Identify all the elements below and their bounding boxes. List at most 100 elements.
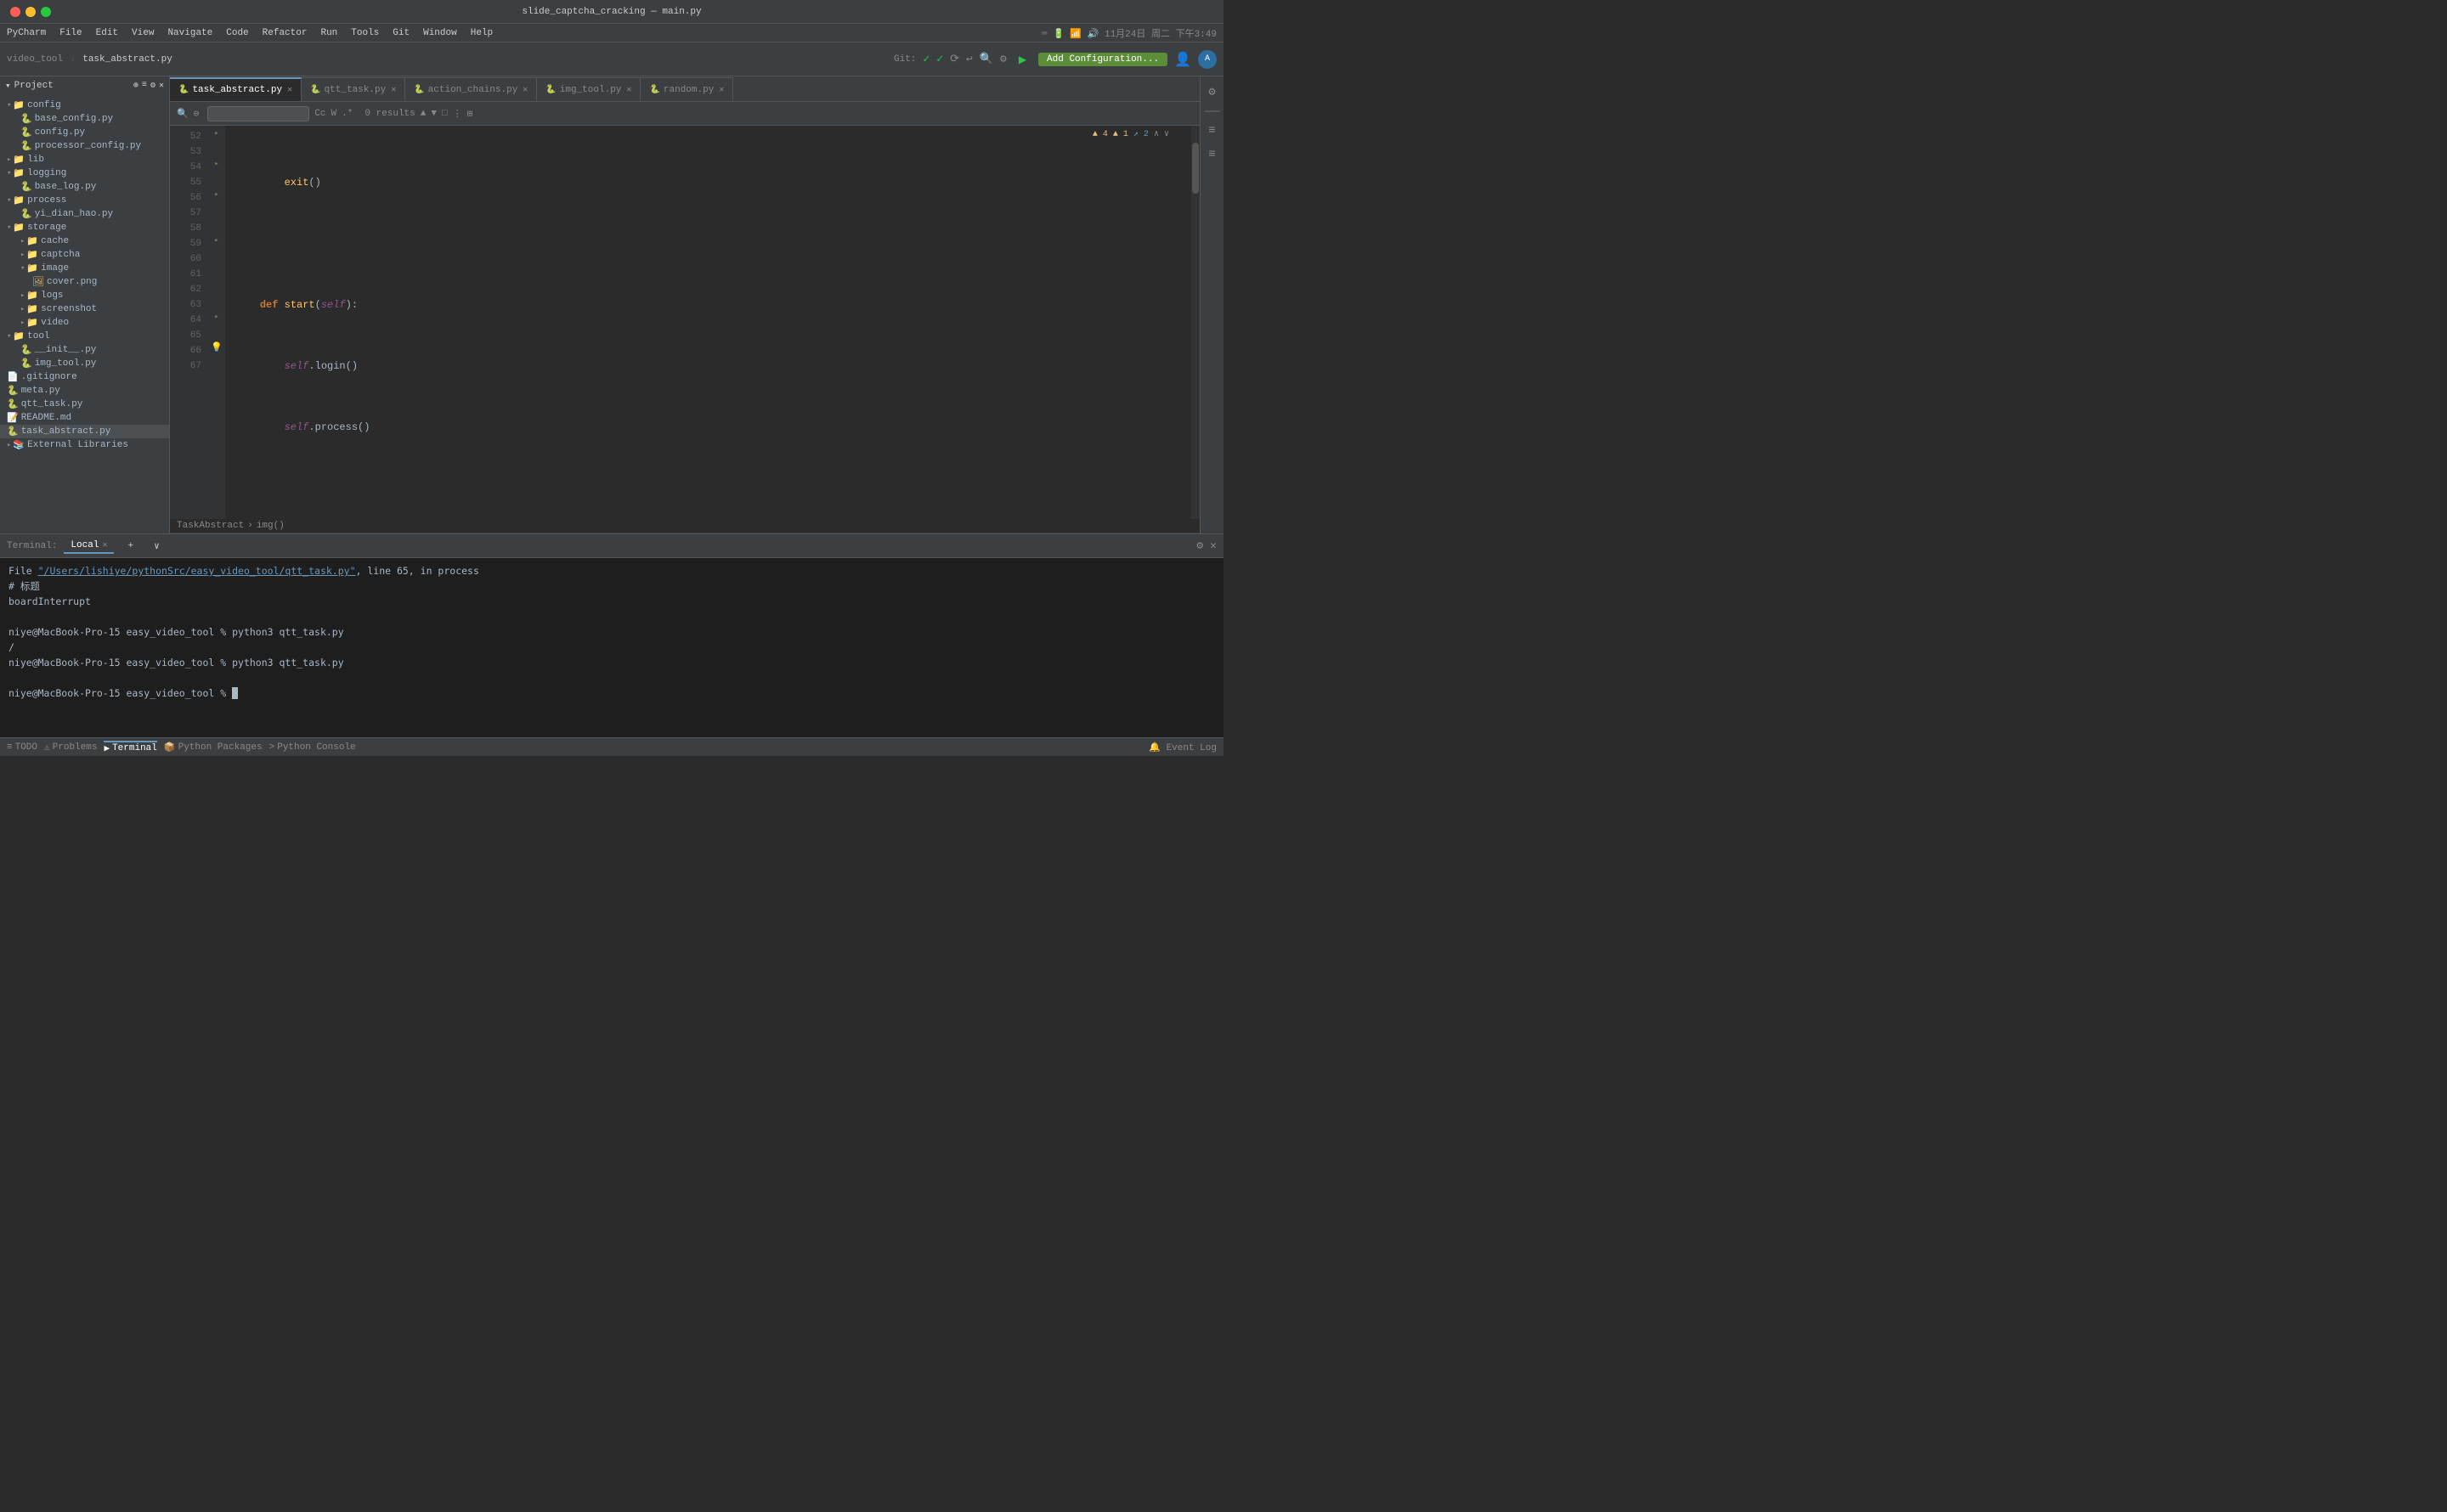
tab-close-icon[interactable]: ✕	[523, 85, 528, 95]
sidebar-item-tool[interactable]: ▾ 📁 tool	[0, 330, 169, 343]
sidebar-item-storage[interactable]: ▾ 📁 storage	[0, 221, 169, 234]
python-packages-tab[interactable]: 📦 Python Packages	[164, 742, 263, 753]
sidebar-item-image[interactable]: ▾ 📁 image	[0, 262, 169, 275]
tab-close-icon[interactable]: ✕	[391, 85, 396, 95]
minimize-button[interactable]	[25, 7, 36, 17]
expand-warnings-icon[interactable]: ∧	[1154, 129, 1159, 139]
right-settings-icon[interactable]: ⚙	[1204, 83, 1221, 100]
git-check-icon[interactable]: ✓	[923, 53, 930, 65]
menu-help[interactable]: Help	[471, 28, 493, 38]
menu-run[interactable]: Run	[320, 28, 337, 38]
right-expand-icon[interactable]: ≡	[1204, 122, 1221, 139]
event-log-label[interactable]: 🔔 Event Log	[1149, 742, 1217, 753]
git-history-icon[interactable]: ⟳	[950, 53, 959, 65]
menu-pycharm[interactable]: PyCharm	[7, 28, 46, 38]
tab-close-icon[interactable]: ✕	[719, 85, 724, 95]
search-highlight-icon[interactable]: □	[442, 109, 448, 119]
sidebar-item-img-tool[interactable]: 🐍 img_tool.py	[0, 357, 169, 370]
sidebar-item-meta[interactable]: 🐍 meta.py	[0, 384, 169, 398]
sidebar-item-gitignore[interactable]: 📄 .gitignore	[0, 370, 169, 384]
case-sensitive-icon[interactable]: Cc	[314, 109, 325, 119]
whole-word-icon[interactable]: W	[331, 109, 337, 119]
git-check2-icon[interactable]: ✓	[936, 53, 943, 65]
settings-icon[interactable]: ⚙	[1000, 53, 1007, 65]
sidebar-item-base-config[interactable]: 🐍 base_config.py	[0, 112, 169, 126]
sidebar-item-config[interactable]: ▾ 📁 config	[0, 99, 169, 112]
regex-icon[interactable]: .*	[342, 109, 353, 119]
terminal-tab-local[interactable]: Local ✕	[64, 539, 114, 554]
sidebar-item-video[interactable]: ▸ 📁 video	[0, 316, 169, 330]
collapse-warnings-icon[interactable]: ∨	[1164, 129, 1169, 139]
avatar[interactable]: A	[1198, 50, 1217, 69]
tab-action-chains[interactable]: 🐍 action_chains.py ✕	[405, 77, 537, 101]
sidebar-item-external-libraries[interactable]: ▸ 📚 External Libraries	[0, 438, 169, 452]
search-next-icon[interactable]: ▼	[431, 109, 437, 119]
sidebar-item-readme[interactable]: 📝 README.md	[0, 411, 169, 425]
sidebar-item-init[interactable]: 🐍 __init__.py	[0, 343, 169, 357]
menu-view[interactable]: View	[132, 28, 154, 38]
menu-refactor[interactable]: Refactor	[263, 28, 308, 38]
sidebar-item-cover-png[interactable]: 🖼 cover.png	[0, 275, 169, 289]
sidebar-item-screenshot[interactable]: ▸ 📁 screenshot	[0, 302, 169, 316]
terminal-add-button[interactable]: +	[121, 539, 140, 553]
search-icon[interactable]: 🔍	[980, 53, 993, 65]
add-config-button[interactable]: Add Configuration...	[1038, 53, 1167, 66]
fold-icon[interactable]: ▸	[214, 190, 218, 199]
menu-tools[interactable]: Tools	[351, 28, 379, 38]
maximize-button[interactable]	[41, 7, 51, 17]
menu-window[interactable]: Window	[423, 28, 457, 38]
fold-icon[interactable]: ▸	[214, 236, 218, 245]
problems-tab[interactable]: ⚠ Problems	[44, 742, 97, 753]
terminal-settings-icon[interactable]: ⚙	[1196, 539, 1203, 552]
git-back-icon[interactable]: ↩	[966, 53, 973, 65]
sidebar-item-config-py[interactable]: 🐍 config.py	[0, 126, 169, 139]
sidebar-item-logging[interactable]: ▾ 📁 logging	[0, 166, 169, 180]
tab-close-icon[interactable]: ✕	[626, 85, 631, 95]
sidebar-close-icon[interactable]: ✕	[159, 81, 164, 91]
profile-icon[interactable]: 👤	[1174, 51, 1191, 68]
sidebar-settings-icon[interactable]: ⚙	[150, 81, 155, 91]
tab-qtt-task[interactable]: 🐍 qtt_task.py ✕	[302, 77, 405, 101]
terminal-file-link[interactable]: "/Users/lishiye/pythonSrc/easy_video_too…	[38, 565, 356, 577]
search-input[interactable]	[207, 106, 309, 121]
search-prev-icon[interactable]: ▲	[421, 109, 427, 119]
tab-close-icon[interactable]: ✕	[287, 85, 292, 95]
todo-tab[interactable]: ≡ TODO	[7, 742, 37, 753]
sidebar-item-base-log[interactable]: 🐍 base_log.py	[0, 180, 169, 194]
menu-edit[interactable]: Edit	[96, 28, 118, 38]
sidebar-item-cache[interactable]: ▸ 📁 cache	[0, 234, 169, 248]
terminal-close-all-icon[interactable]: ✕	[1210, 539, 1217, 552]
scrollbar-thumb[interactable]	[1192, 143, 1199, 194]
search-minus-icon[interactable]: ⊖	[194, 108, 200, 120]
terminal-content[interactable]: File "/Users/lishiye/pythonSrc/easy_vide…	[0, 558, 1224, 737]
fold-icon[interactable]: ▸	[214, 129, 218, 138]
sidebar-item-captcha[interactable]: ▸ 📁 captcha	[0, 248, 169, 262]
search-filter-icon[interactable]: ⋮	[453, 108, 462, 120]
sidebar-item-processor-config[interactable]: 🐍 processor_config.py	[0, 139, 169, 153]
terminal-dropdown-icon[interactable]: ∨	[147, 539, 167, 554]
python-console-tab[interactable]: > Python Console	[269, 742, 356, 753]
terminal-tab-bottom[interactable]: ▶ Terminal	[104, 741, 156, 754]
sidebar-item-qtt-task[interactable]: 🐍 qtt_task.py	[0, 398, 169, 411]
search-filter2-icon[interactable]: ⊞	[467, 108, 473, 120]
search-back-icon[interactable]: 🔍	[177, 108, 189, 120]
sidebar-sync-icon[interactable]: ⊕	[133, 81, 138, 91]
sidebar-item-logs[interactable]: ▸ 📁 logs	[0, 289, 169, 302]
run-button[interactable]: ▶	[1014, 52, 1031, 67]
tab-task-abstract[interactable]: 🐍 task_abstract.py ✕	[170, 77, 302, 101]
project-header[interactable]: ▾ Project ⊕ ≡ ⚙ ✕	[0, 76, 169, 95]
tab-img-tool[interactable]: 🐍 img_tool.py ✕	[537, 77, 641, 101]
sidebar-item-lib[interactable]: ▸ 📁 lib	[0, 153, 169, 166]
menu-file[interactable]: File	[59, 28, 82, 38]
vertical-scrollbar[interactable]	[1191, 126, 1200, 519]
menu-code[interactable]: Code	[226, 28, 248, 38]
fold-icon[interactable]: ▸	[214, 313, 218, 321]
close-button[interactable]	[10, 7, 20, 17]
code-content[interactable]: exit() def start(self): self.login() sel…	[225, 126, 1191, 519]
window-controls[interactable]	[10, 7, 51, 17]
hint-bulb-icon[interactable]: 💡	[211, 341, 223, 353]
terminal-close-icon[interactable]: ✕	[102, 540, 107, 550]
fold-icon[interactable]: ▸	[214, 160, 218, 168]
code-editor[interactable]: ▲ 4 ▲ 1 ↗ 2 ∧ ∨ 52 53 54 55 56 57 58 59 …	[170, 126, 1200, 519]
right-collapse-icon[interactable]: ≡	[1204, 146, 1221, 163]
